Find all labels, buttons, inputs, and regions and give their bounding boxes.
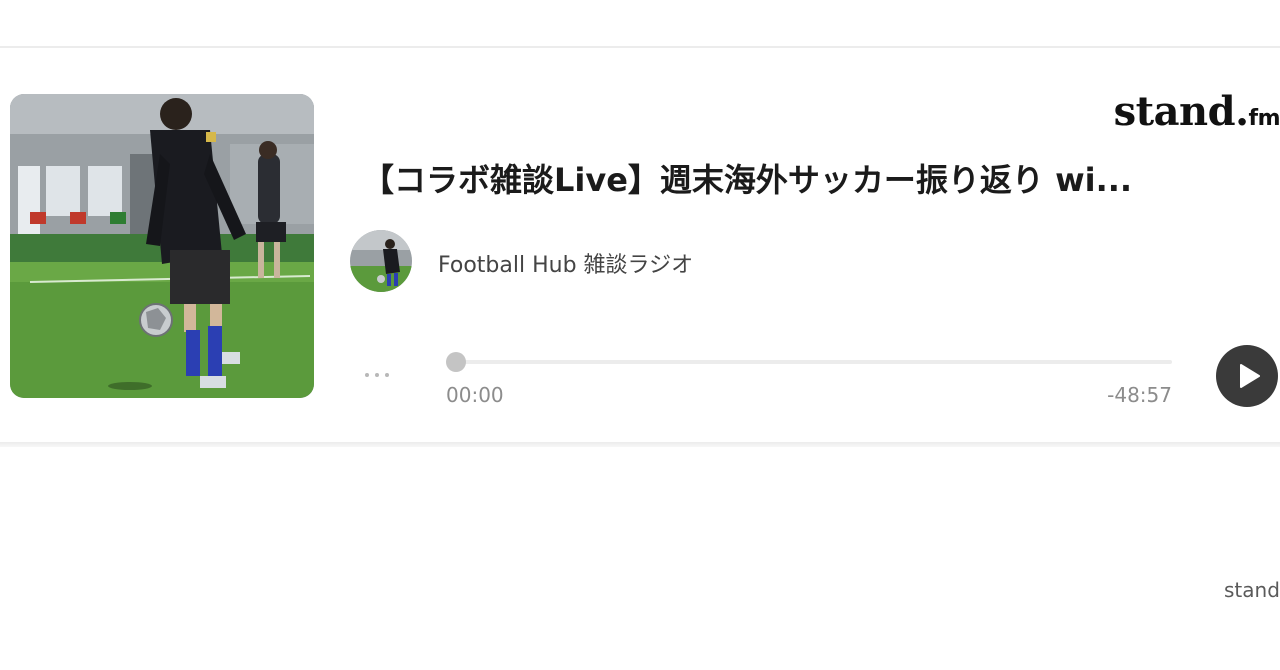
progress-track[interactable] [456,360,1172,364]
progress-knob[interactable] [446,352,466,372]
channel-name[interactable]: Football Hub 雑談ラジオ [438,247,693,279]
more-options-button[interactable] [358,360,396,390]
player-card: stand.fm 【コラボ雑談Live】週末海外サッカー振り返り wi... F… [0,48,1280,442]
more-horizontal-icon [365,373,369,377]
play-icon [1240,364,1260,388]
more-horizontal-icon [375,373,379,377]
logo-suffix-text: fm [1248,106,1280,131]
footer-stand-link[interactable]: stand [1224,578,1280,602]
episode-title[interactable]: 【コラボ雑談Live】週末海外サッカー振り返り wi... [362,158,1280,202]
play-button[interactable] [1216,345,1278,407]
episode-artwork[interactable] [10,94,314,398]
remaining-time: -48:57 [1107,383,1172,407]
more-horizontal-icon [385,373,389,377]
current-time: 00:00 [446,383,504,407]
stand-fm-logo[interactable]: stand.fm [1114,88,1280,135]
card-shadow [0,442,1280,447]
channel-avatar[interactable] [350,230,412,292]
logo-main-text: stand. [1113,88,1249,135]
